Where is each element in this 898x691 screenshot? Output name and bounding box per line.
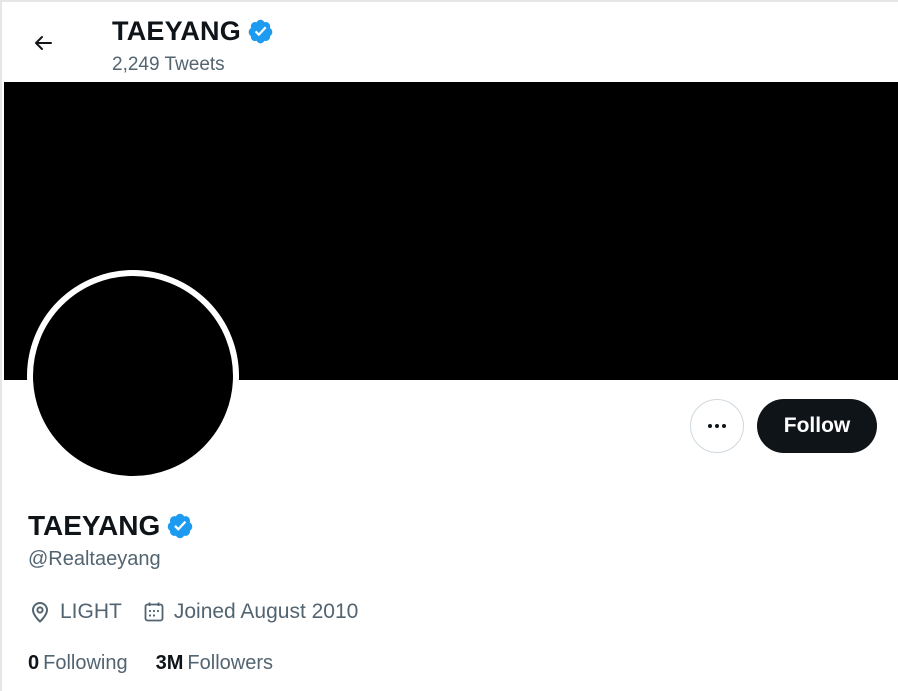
follow-button[interactable]: Follow xyxy=(757,399,877,453)
location-pin-icon xyxy=(31,602,49,623)
calendar-icon xyxy=(144,602,164,622)
more-horizontal-icon xyxy=(708,424,726,428)
profile-page: TAEYANG 2,249 Tweets Follow TAEYANG @Rea… xyxy=(0,0,898,691)
profile-name: TAEYANG xyxy=(28,510,161,541)
more-button[interactable] xyxy=(690,399,744,453)
joined-text: Joined August 2010 xyxy=(173,600,359,623)
following-link[interactable]: 0 Following xyxy=(28,652,128,675)
following-count: 0 xyxy=(28,652,40,674)
header-name: TAEYANG xyxy=(112,16,241,46)
join-date: Joined August 2010 xyxy=(142,600,359,624)
followers-count: 3M xyxy=(155,652,184,674)
followers-link[interactable]: 3M Followers xyxy=(156,652,273,675)
header-tweet-count: 2,249 Tweets xyxy=(112,54,225,75)
following-label: Following xyxy=(43,652,128,674)
arrow-left-icon xyxy=(35,36,52,50)
profile-meta: LIGHT Joined August 2010 xyxy=(28,600,378,624)
back-button[interactable] xyxy=(24,24,62,62)
profile-stats: 0 Following 3M Followers xyxy=(28,652,301,675)
verified-badge-icon xyxy=(248,19,273,44)
profile-name-row: TAEYANG xyxy=(28,510,194,542)
verified-badge-icon xyxy=(167,513,193,539)
location-text: LIGHT xyxy=(60,600,122,623)
profile-handle: @Realtaeyang xyxy=(28,548,161,570)
location: LIGHT xyxy=(28,600,122,624)
followers-label: Followers xyxy=(187,652,273,674)
profile-header: TAEYANG 2,249 Tweets xyxy=(2,2,898,82)
avatar[interactable] xyxy=(27,270,239,482)
header-title-row: TAEYANG xyxy=(112,16,274,47)
